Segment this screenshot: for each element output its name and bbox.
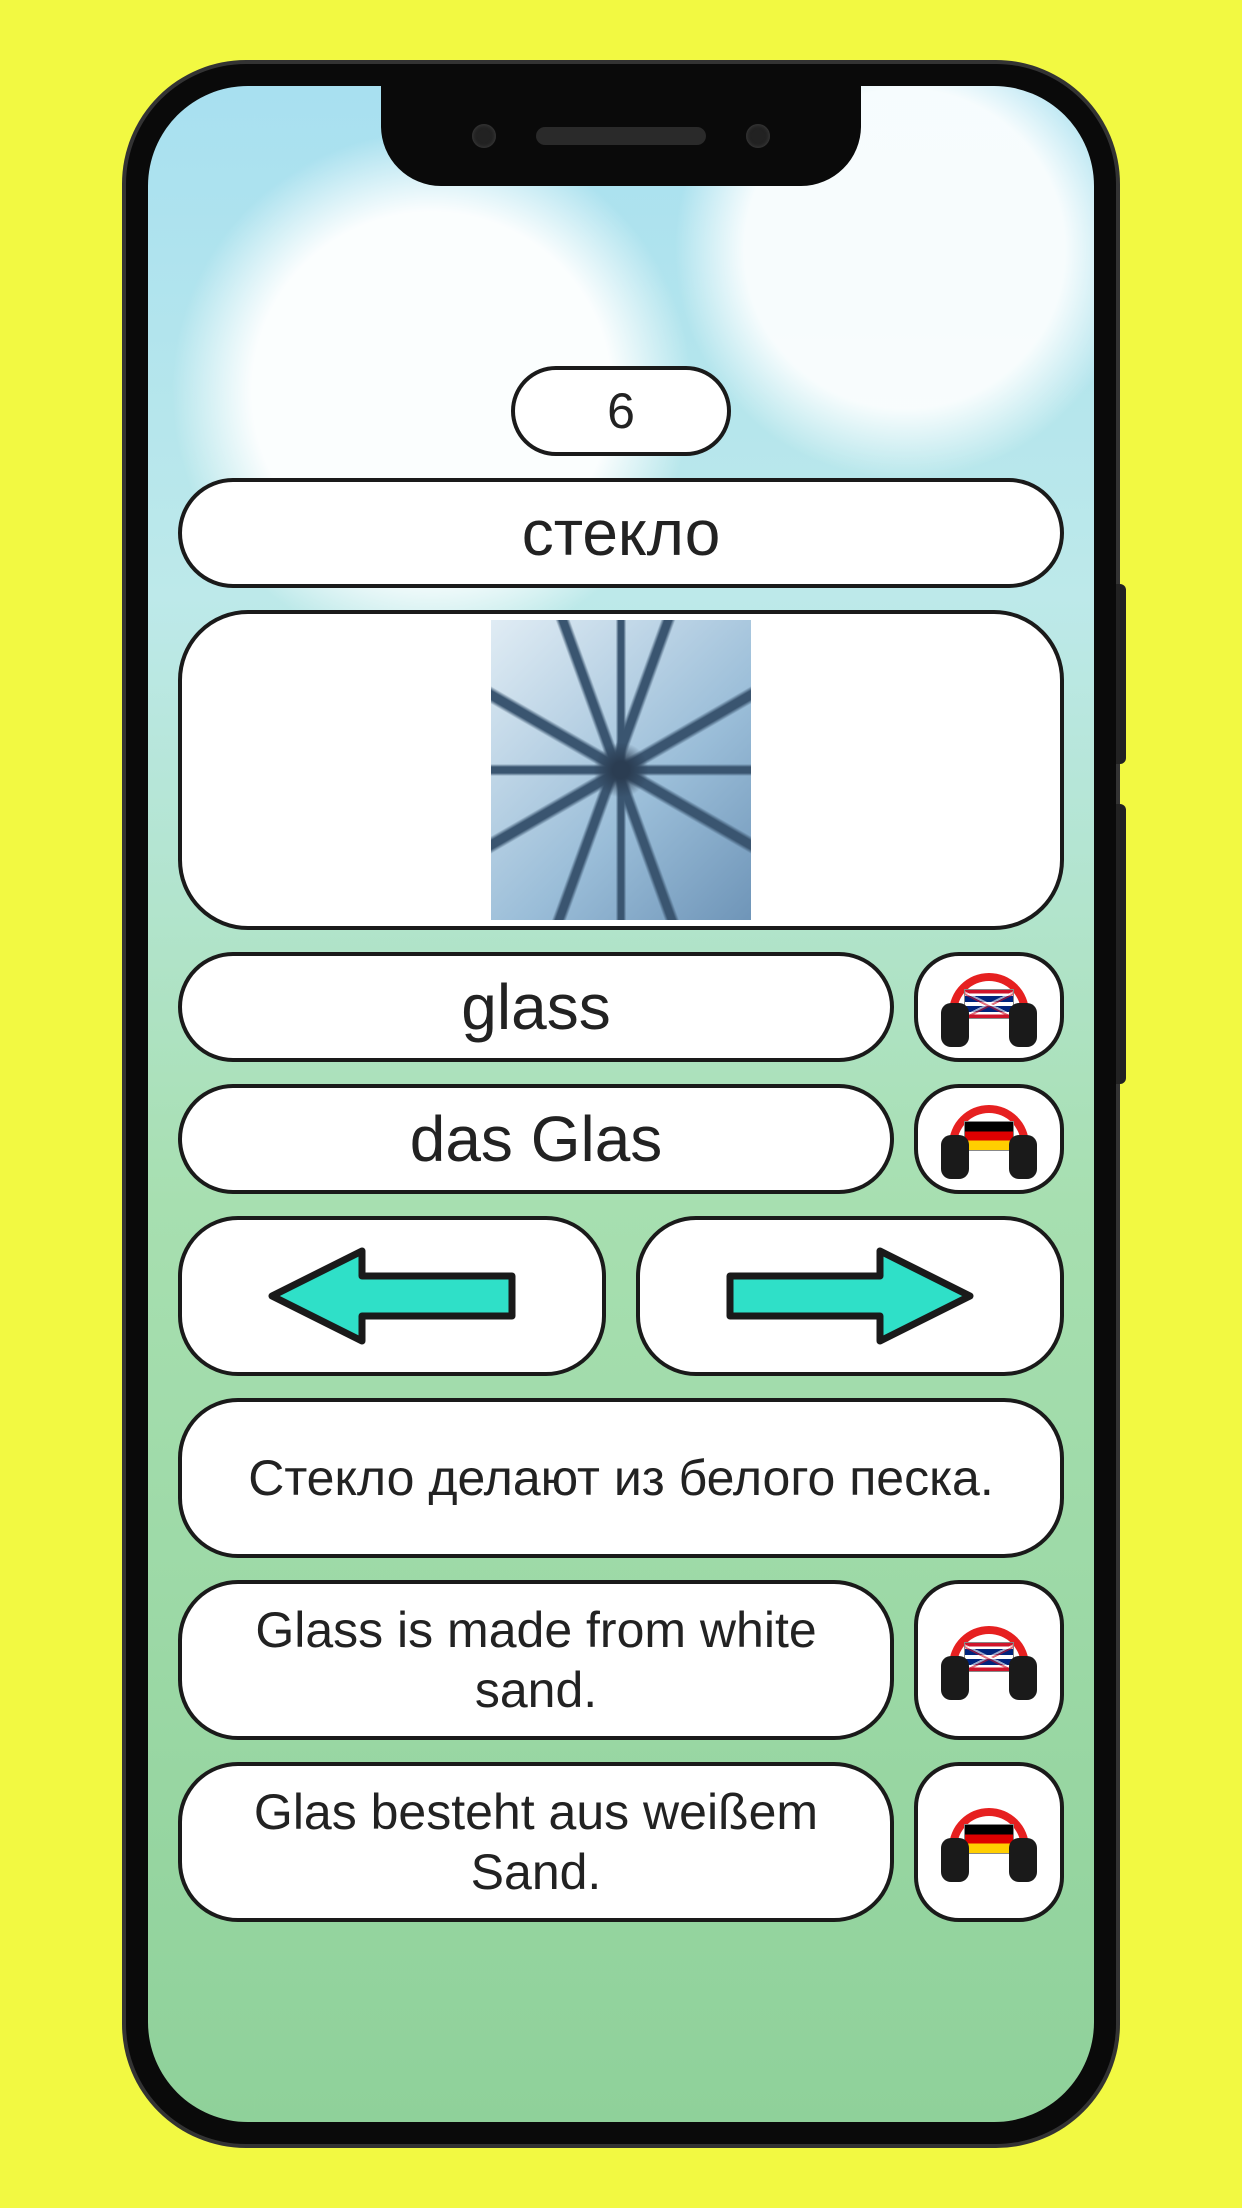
card-number: 6 (607, 382, 635, 440)
glass-image-icon (491, 620, 751, 920)
arrow-left-icon (262, 1241, 522, 1351)
image-card (178, 610, 1064, 930)
headphones-de-icon (939, 1099, 1039, 1179)
native-word: стекло (522, 496, 721, 570)
phone-side-button (1116, 584, 1126, 764)
arrow-right-icon (720, 1241, 980, 1351)
phone-notch (381, 86, 861, 186)
phone-side-button (1116, 804, 1126, 1084)
german-sentence: Glas besteht aus weißem Sand. (208, 1782, 864, 1902)
speaker-icon (536, 127, 706, 145)
next-button[interactable] (636, 1216, 1064, 1376)
english-word-card: glass (178, 952, 894, 1062)
headphones-de-icon (939, 1802, 1039, 1882)
card-number-badge: 6 (511, 366, 731, 456)
front-camera-icon (472, 124, 496, 148)
german-sentence-card: Glas besteht aus weißem Sand. (178, 1762, 894, 1922)
native-word-card: стекло (178, 478, 1064, 588)
headphones-uk-icon (939, 1620, 1039, 1700)
sensor-icon (746, 124, 770, 148)
english-sentence-card: Glass is made from white sand. (178, 1580, 894, 1740)
german-word: das Glas (410, 1102, 663, 1176)
play-german-audio-button[interactable] (914, 1084, 1064, 1194)
headphones-uk-icon (939, 967, 1039, 1047)
german-word-card: das Glas (178, 1084, 894, 1194)
screen: 6 стекло glass (148, 86, 1094, 2122)
flashcard-content: 6 стекло glass (148, 86, 1094, 2122)
native-sentence: Стекло делают из белого песка. (248, 1448, 994, 1508)
previous-button[interactable] (178, 1216, 606, 1376)
phone-frame: 6 стекло glass (126, 64, 1116, 2144)
native-sentence-card: Стекло делают из белого песка. (178, 1398, 1064, 1558)
play-german-sentence-button[interactable] (914, 1762, 1064, 1922)
english-sentence: Glass is made from white sand. (208, 1600, 864, 1720)
play-english-audio-button[interactable] (914, 952, 1064, 1062)
play-english-sentence-button[interactable] (914, 1580, 1064, 1740)
english-word: glass (461, 970, 610, 1044)
